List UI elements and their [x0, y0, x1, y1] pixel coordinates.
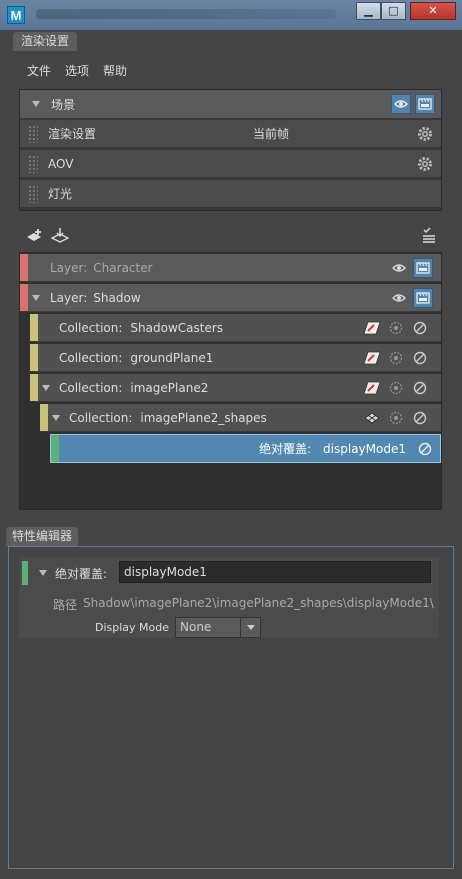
layer-color-bar — [20, 254, 28, 281]
isolate-select-icon[interactable] — [386, 318, 406, 338]
window-title-bar: M ▁ □ ✕ — [0, 0, 462, 30]
override-name: displayMode1 — [323, 442, 406, 456]
collection-prefix: Collection: — [69, 410, 133, 425]
lights-label: 灯光 — [48, 187, 73, 201]
collapse-triangle-icon[interactable] — [39, 570, 47, 576]
render-settings-value: 当前帧 — [253, 127, 290, 141]
disable-icon[interactable] — [410, 408, 430, 428]
scene-panel: 场景 渲染设置 当前帧 AOV 灯光 — [19, 89, 442, 211]
maya-app-icon: M — [7, 6, 25, 24]
renderable-clapper-icon[interactable] — [413, 288, 433, 308]
tab-render-setup[interactable]: 渲染设置 — [13, 32, 78, 51]
override-label: 绝对覆盖: — [55, 567, 108, 581]
expand-triangle-icon[interactable] — [32, 101, 40, 107]
render-layers-panel: Layer: Character Layer: Shadow Collectio… — [19, 252, 442, 510]
window-content: 渲染设置 文件 选项 帮助 场景 渲染设置 当前帧 AOV 灯光 Layer: … — [6, 30, 456, 873]
layer-name: Shadow — [93, 290, 141, 305]
collection-prefix: Collection: — [59, 380, 123, 395]
lights-row[interactable]: 灯光 — [20, 179, 441, 207]
display-mode-dropdown[interactable]: None — [175, 617, 261, 638]
override-color-bar — [51, 435, 59, 462]
minimize-button[interactable]: ▁ — [356, 2, 381, 20]
gear-icon[interactable] — [415, 124, 435, 144]
expand-triangle-icon[interactable] — [32, 294, 40, 301]
override-properties: 绝对覆盖: displayMode1 路径 Shadow\imagePlane2… — [19, 557, 439, 638]
aov-row[interactable]: AOV — [20, 149, 441, 177]
override-prefix: 绝对覆盖: — [259, 442, 312, 456]
collection-name: imagePlane2_shapes — [140, 410, 267, 425]
collection-prefix: Collection: — [59, 320, 123, 335]
render-all-layers-icon[interactable] — [419, 226, 439, 246]
path-value: Shadow\imagePlane2\imagePlane2_shapes\di… — [83, 596, 434, 610]
disable-icon[interactable] — [410, 318, 430, 338]
window-title-blurred — [36, 9, 336, 19]
display-mode-label: Display Mode — [95, 621, 170, 634]
collection-color-bar — [30, 344, 38, 371]
layer-color-bar — [20, 284, 28, 311]
collection-name: groundPlane1 — [130, 350, 214, 365]
menu-bar: 文件 选项 帮助 — [6, 60, 127, 82]
drag-grip-icon[interactable] — [28, 184, 38, 203]
layer-prefix: Layer: — [50, 260, 88, 275]
collection-name: imagePlane2 — [130, 380, 209, 395]
scene-label: 场景 — [51, 97, 76, 112]
layer-name: Character — [93, 260, 153, 275]
close-button[interactable]: ✕ — [410, 2, 456, 20]
collection-name: ShadowCasters — [130, 320, 224, 335]
maximize-button[interactable]: □ — [381, 2, 406, 20]
import-layer-icon[interactable] — [50, 226, 70, 246]
tab-property-editor[interactable]: 特性编辑器 — [6, 527, 79, 546]
visibility-eye-icon[interactable] — [391, 94, 411, 114]
isolate-select-icon[interactable] — [386, 408, 406, 428]
collection-row[interactable]: Collection: imagePlane2 — [30, 374, 441, 402]
override-row-selected[interactable]: 绝对覆盖: displayMode1 — [50, 434, 441, 463]
disable-icon[interactable] — [415, 439, 435, 459]
renderable-clapper-icon[interactable] — [415, 94, 435, 114]
render-settings-label: 渲染设置 — [48, 127, 97, 141]
collection-prefix: Collection: — [59, 350, 123, 365]
object-filter-icon[interactable] — [362, 378, 382, 398]
visibility-eye-icon[interactable] — [389, 288, 409, 308]
isolate-select-icon[interactable] — [386, 348, 406, 368]
render-settings-row[interactable]: 渲染设置 当前帧 — [20, 119, 441, 147]
drag-grip-icon[interactable] — [28, 154, 38, 173]
menu-help[interactable]: 帮助 — [103, 60, 127, 82]
path-label: 路径 — [53, 598, 78, 612]
collection-row[interactable]: Collection: groundPlane1 — [30, 344, 441, 372]
disable-icon[interactable] — [410, 348, 430, 368]
object-filter-icon[interactable] — [362, 348, 382, 368]
expand-triangle-icon[interactable] — [52, 414, 60, 421]
menu-file[interactable]: 文件 — [27, 60, 51, 82]
menu-options[interactable]: 选项 — [65, 60, 89, 82]
disable-icon[interactable] — [410, 378, 430, 398]
override-color-bar — [22, 561, 28, 585]
expand-triangle-icon[interactable] — [42, 384, 50, 391]
display-mode-value: None — [180, 620, 212, 634]
collection-color-bar — [40, 404, 48, 431]
aov-label: AOV — [48, 156, 74, 171]
collection-color-bar — [30, 374, 38, 401]
scene-row[interactable]: 场景 — [20, 90, 441, 118]
override-name-field[interactable]: displayMode1 — [119, 561, 431, 583]
shape-filter-icon[interactable] — [362, 408, 382, 428]
chevron-down-icon[interactable] — [240, 618, 260, 637]
layer-prefix: Layer: — [50, 290, 88, 305]
layer-toolbar — [6, 223, 456, 249]
collection-row[interactable]: Collection: imagePlane2_shapes — [40, 404, 441, 432]
drag-grip-icon[interactable] — [28, 124, 38, 143]
object-filter-icon[interactable] — [362, 318, 382, 338]
gear-icon[interactable] — [415, 154, 435, 174]
override-text: 绝对覆盖: displayMode1 — [259, 440, 406, 457]
collection-color-bar — [30, 314, 38, 341]
layer-row-character[interactable]: Layer: Character — [20, 254, 441, 282]
renderable-clapper-icon[interactable] — [413, 258, 433, 278]
property-editor-panel: 绝对覆盖: displayMode1 路径 Shadow\imagePlane2… — [8, 546, 454, 869]
layer-row-shadow[interactable]: Layer: Shadow — [20, 284, 441, 312]
create-layer-icon[interactable] — [25, 226, 45, 246]
isolate-select-icon[interactable] — [386, 378, 406, 398]
visibility-eye-icon[interactable] — [389, 258, 409, 278]
collection-row[interactable]: Collection: ShadowCasters — [30, 314, 441, 342]
